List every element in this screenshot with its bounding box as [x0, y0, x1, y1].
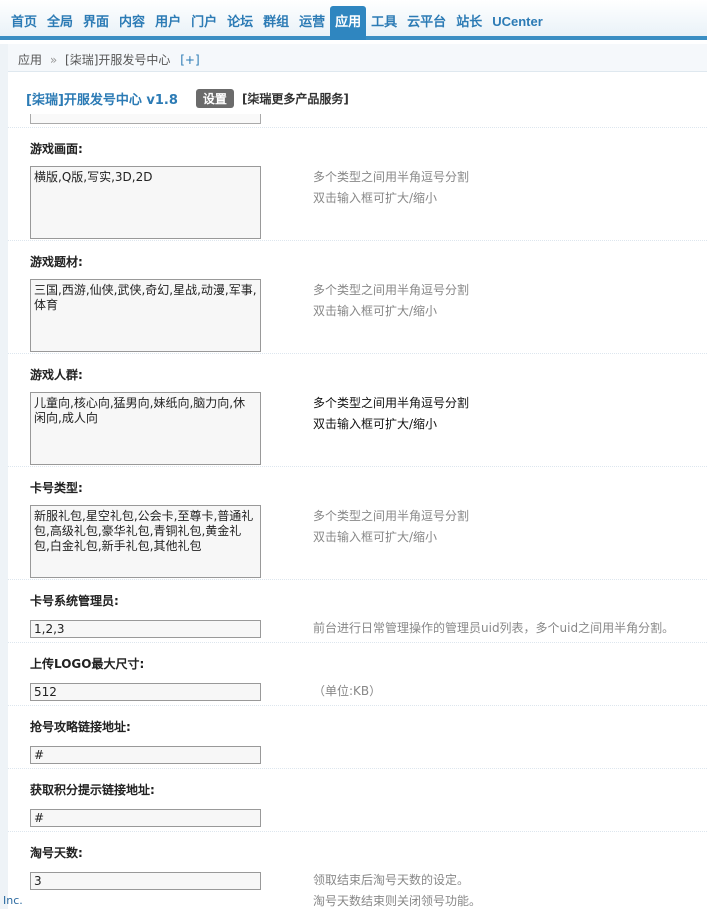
nav-tab-9[interactable]: 应用 — [330, 6, 367, 40]
field-row-audience: 游戏人群: 儿童向,核心向,猛男向,妹纸向,脑力向,休闲向,成人向 多个类型之间… — [8, 353, 707, 466]
nav-tab-10[interactable]: 工具 — [366, 6, 402, 36]
plugin-title[interactable]: [柒瑞]开服发号中心 v1.8 — [26, 89, 178, 108]
field-label-tao: 淘号天数: — [30, 846, 83, 860]
guide-link-input[interactable] — [30, 746, 261, 764]
field-label-theme: 游戏题材: — [30, 255, 83, 269]
field-tip-tao: 领取结束后淘号天数的设定。 淘号天数结束则关闭领号功能。 — [313, 870, 481, 909]
field-row-tao: 淘号天数: 领取结束后淘号天数的设定。 淘号天数结束则关闭领号功能。 — [8, 831, 707, 909]
top-nav: 首页 全局 界面 内容 用户 门户 论坛 群组 运营 应用 工具 云平台 站长 UCenter — [0, 0, 707, 40]
nav-tab-11[interactable]: 云平台 — [402, 6, 451, 36]
tip-line: 多个类型之间用半角逗号分割 — [313, 509, 470, 523]
nav-tab-2[interactable]: 界面 — [78, 6, 114, 36]
field-label-admins: 卡号系统管理员: — [30, 594, 119, 608]
breadcrumb-add-button[interactable]: [+] — [180, 53, 199, 67]
tip-line: 多个类型之间用半角逗号分割 — [313, 396, 470, 410]
more-products-link[interactable]: [柒瑞更多产品服务] — [242, 90, 349, 107]
field-row-logo: 上传LOGO最大尺寸: （单位:KB） — [8, 642, 707, 705]
left-gutter — [0, 44, 8, 909]
theme-types-textarea[interactable]: 三国,西游,仙侠,武侠,奇幻,星战,动漫,军事,体育 — [30, 279, 261, 352]
field-tip-admins: 前台进行日常管理操作的管理员uid列表，多个uid之间用半角分割。 — [313, 621, 675, 635]
field-label-points: 获取积分提示链接地址: — [30, 783, 155, 797]
field-label-cardtype: 卡号类型: — [30, 481, 83, 495]
nav-tab-5[interactable]: 门户 — [186, 6, 222, 36]
nav-tab-0[interactable]: 首页 — [6, 6, 42, 36]
nav-tab-12[interactable]: 站长 — [451, 6, 487, 36]
nav-tab-3[interactable]: 内容 — [114, 6, 150, 36]
previous-field-bottom — [30, 114, 261, 124]
nav-tabs: 首页 全局 界面 内容 用户 门户 论坛 群组 运营 应用 工具 云平台 站长 UCenter — [6, 6, 548, 40]
tip-line: 双击输入框可扩大/缩小 — [313, 417, 438, 431]
nav-tab-1[interactable]: 全局 — [42, 6, 78, 36]
nav-tab-8[interactable]: 运营 — [294, 6, 330, 36]
card-types-textarea[interactable]: 新服礼包,星空礼包,公会卡,至尊卡,普通礼包,高级礼包,豪华礼包,青铜礼包,黄金… — [30, 505, 261, 578]
field-label-logo: 上传LOGO最大尺寸: — [30, 657, 145, 671]
tip-line: 淘号天数结束则关闭领号功能。 — [313, 894, 482, 908]
screen-types-textarea[interactable]: 横版,Q版,写实,3D,2D — [30, 166, 261, 239]
nav-tab-13[interactable]: UCenter — [487, 6, 548, 36]
nav-tab-6[interactable]: 论坛 — [222, 6, 258, 36]
field-row-screen: 游戏画面: 横版,Q版,写实,3D,2D 多个类型之间用半角逗号分割 双击输入框… — [8, 127, 707, 240]
breadcrumb: 应用 » [柒瑞]开服发号中心 [+] — [8, 44, 707, 72]
points-link-input[interactable] — [30, 809, 261, 827]
breadcrumb-current: [柒瑞]开服发号中心 — [65, 53, 171, 67]
field-tip-theme: 多个类型之间用半角逗号分割 双击输入框可扩大/缩小 — [313, 280, 469, 322]
tip-line: 双击输入框可扩大/缩小 — [313, 304, 438, 318]
breadcrumb-root[interactable]: 应用 — [18, 53, 42, 67]
field-tip-logo: （单位:KB） — [313, 684, 382, 698]
nav-tab-7[interactable]: 群组 — [258, 6, 294, 36]
settings-button[interactable]: 设置 — [195, 89, 234, 108]
tip-line: 多个类型之间用半角逗号分割 — [313, 170, 470, 184]
nav-tab-4[interactable]: 用户 — [150, 6, 186, 36]
logo-size-input[interactable] — [30, 683, 261, 701]
plugin-header: [柒瑞]开服发号中心 v1.8 设置 [柒瑞更多产品服务] — [26, 89, 349, 108]
field-row-guide: 抢号攻略链接地址: — [8, 705, 707, 768]
field-row-points: 获取积分提示链接地址: — [8, 768, 707, 831]
tip-line: 多个类型之间用半角逗号分割 — [313, 283, 470, 297]
field-label-guide: 抢号攻略链接地址: — [30, 720, 131, 734]
field-tip-cardtype: 多个类型之间用半角逗号分割 双击输入框可扩大/缩小 — [313, 506, 469, 548]
tip-line: 双击输入框可扩大/缩小 — [313, 530, 438, 544]
field-row-admins: 卡号系统管理员: 前台进行日常管理操作的管理员uid列表，多个uid之间用半角分… — [8, 579, 707, 642]
admins-input[interactable] — [30, 620, 261, 638]
audience-types-textarea[interactable]: 儿童向,核心向,猛男向,妹纸向,脑力向,休闲向,成人向 — [30, 392, 261, 465]
tip-line: 双击输入框可扩大/缩小 — [313, 191, 438, 205]
breadcrumb-separator: » — [49, 53, 58, 67]
tao-days-input[interactable] — [30, 872, 261, 890]
field-label-screen: 游戏画面: — [30, 142, 83, 156]
field-tip-audience: 多个类型之间用半角逗号分割 双击输入框可扩大/缩小 — [313, 393, 469, 435]
field-tip-screen: 多个类型之间用半角逗号分割 双击输入框可扩大/缩小 — [313, 167, 469, 209]
field-label-audience: 游戏人群: — [30, 368, 83, 382]
tip-line: 领取结束后淘号天数的设定。 — [313, 873, 470, 887]
footer-inc: Inc. — [3, 894, 23, 907]
field-row-theme: 游戏题材: 三国,西游,仙侠,武侠,奇幻,星战,动漫,军事,体育 多个类型之间用… — [8, 240, 707, 353]
field-row-cardtype: 卡号类型: 新服礼包,星空礼包,公会卡,至尊卡,普通礼包,高级礼包,豪华礼包,青… — [8, 466, 707, 579]
